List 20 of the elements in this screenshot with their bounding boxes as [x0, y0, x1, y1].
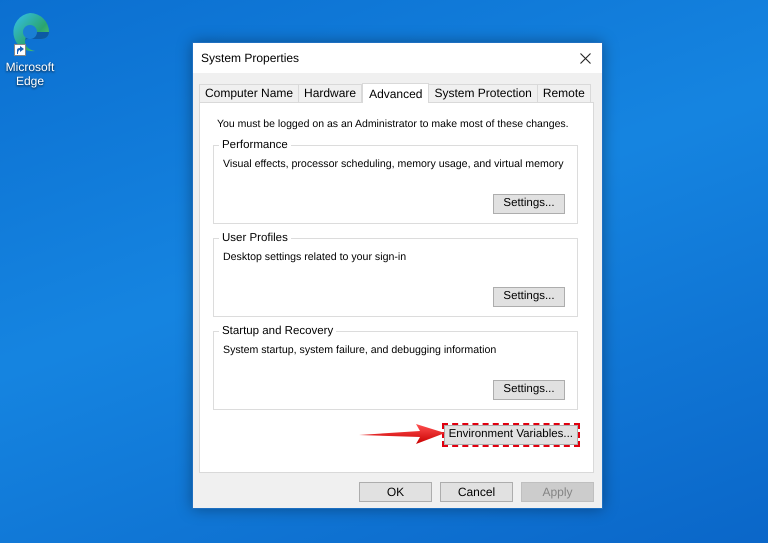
- environment-variables-button[interactable]: Environment Variables...: [444, 425, 578, 445]
- settings-button[interactable]: Settings...: [493, 287, 565, 307]
- tab[interactable]: Advanced: [362, 83, 430, 103]
- group-description: Desktop settings related to your sign-in: [223, 250, 408, 265]
- tab[interactable]: Remote: [536, 84, 591, 102]
- shortcut-icon: [14, 44, 26, 56]
- group-description: System startup, system failure, and debugging information: [223, 343, 498, 358]
- dialog-button[interactable]: OK: [359, 482, 432, 502]
- tab[interactable]: System Protection: [428, 84, 538, 102]
- tab[interactable]: Computer Name: [199, 84, 300, 102]
- group-description: Visual effects, processor scheduling, memory usage, and virtual memory: [223, 157, 565, 172]
- group-title: Startup and Recovery: [219, 323, 336, 339]
- close-icon: [580, 52, 590, 64]
- dialog-button[interactable]: Cancel: [440, 482, 513, 502]
- settings-button[interactable]: Settings...: [493, 380, 565, 400]
- tab[interactable]: Hardware: [298, 84, 362, 102]
- notice-text: You must be logged on as an Administrator to make most of these changes.: [216, 117, 570, 132]
- icon-label[interactable]: Microsoft Edge: [0, 60, 60, 88]
- settings-button[interactable]: Settings...: [493, 194, 565, 214]
- window-title: System Properties: [201, 50, 300, 67]
